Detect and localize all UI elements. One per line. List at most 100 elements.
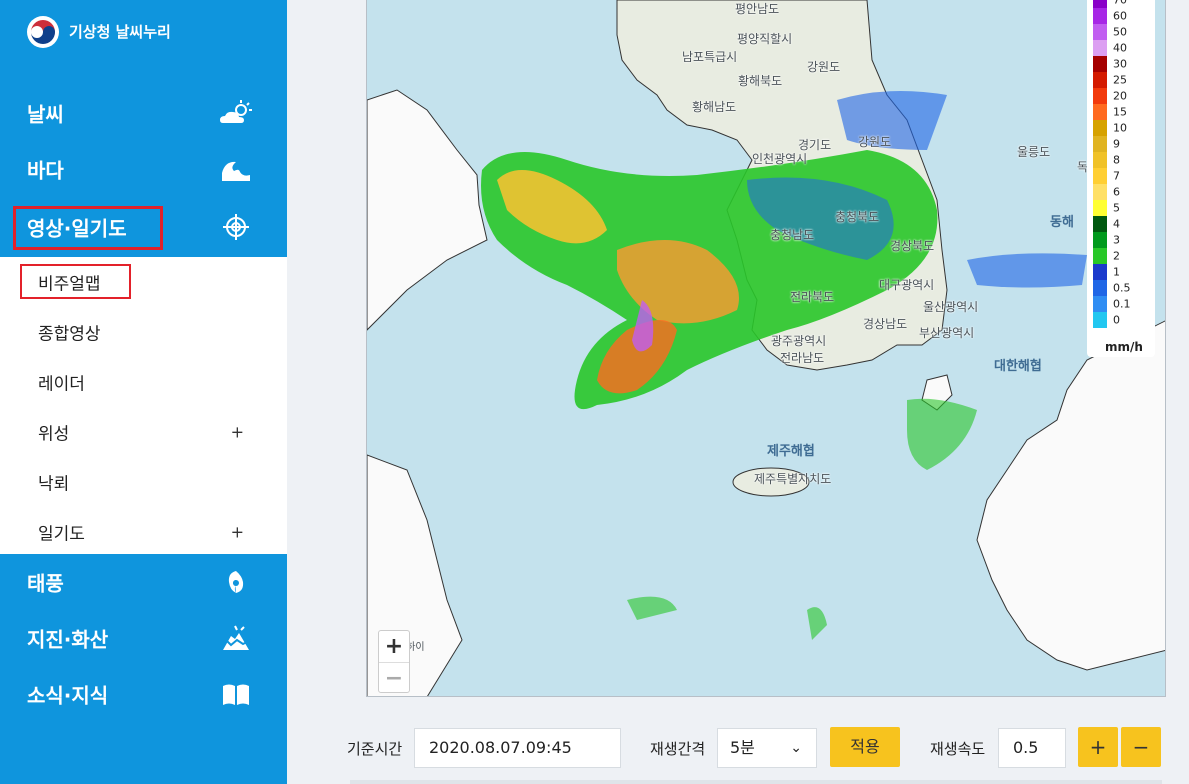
legend-value: 1 — [1113, 265, 1120, 279]
typhoon-icon — [219, 568, 253, 596]
legend-value: 3 — [1113, 233, 1120, 247]
place-label: 황해남도 — [692, 100, 737, 114]
legend-value: 6 — [1113, 185, 1120, 199]
place-label: 충청북도 — [835, 210, 880, 224]
place-label: 황해북도 — [738, 74, 783, 88]
legend-swatch — [1093, 184, 1107, 200]
nav-weather[interactable]: 날씨 — [0, 85, 287, 141]
place-label: 강원도 — [858, 135, 892, 149]
app-title: 기상청 날씨누리 — [69, 23, 171, 41]
legend-value: 0.5 — [1113, 281, 1131, 295]
nav-sea-label: 바다 — [27, 158, 64, 183]
legend-unit: mm/h — [1105, 340, 1143, 354]
legend-value: 5 — [1113, 201, 1120, 215]
legend-value: 20 — [1113, 89, 1127, 103]
legend-swatch — [1093, 216, 1107, 232]
submenu-lightning-label: 낙뢰 — [38, 474, 70, 495]
place-label: 광주광역시 — [771, 334, 827, 348]
imagery-submenu: 비주얼맵 종합영상 레이더 위성 + 낙뢰 일기도 + — [0, 257, 287, 554]
legend-value: 9 — [1113, 137, 1120, 151]
legend-value: 8 — [1113, 153, 1120, 167]
book-icon — [219, 680, 253, 708]
zoom-out-button[interactable]: − — [379, 662, 409, 693]
legend-swatch — [1093, 136, 1107, 152]
submenu-weather-chart[interactable]: 일기도 + — [0, 507, 287, 557]
legend-swatch — [1093, 168, 1107, 184]
precipitation-legend: mm/h 70 60 50 40 30 25 20 15 10 9 8 7 6 5 4 3 2 1 0.5 0.1 0 — [1087, 0, 1155, 357]
submenu-radar[interactable]: 레이더 — [0, 357, 287, 407]
place-label: 인천광역시 — [752, 152, 808, 166]
place-label: 대구광역시 — [879, 278, 935, 292]
legend-value: 25 — [1113, 73, 1127, 87]
radar-map[interactable]: 평안남도 평양직할시 남포특급시 황해북도 강원도 황해남도 경기도 인천광역시… — [366, 0, 1166, 697]
legend-value: 70 — [1113, 0, 1127, 7]
place-label: 울산광역시 — [923, 300, 979, 314]
weather-icon — [219, 99, 253, 127]
submenu-weather-chart-label: 일기도 — [38, 524, 85, 545]
legend-value: 7 — [1113, 169, 1120, 183]
legend-swatch — [1093, 232, 1107, 248]
legend-swatch — [1093, 264, 1107, 280]
legend-swatch — [1093, 200, 1107, 216]
sidebar-bottom-fill — [0, 722, 287, 784]
submenu-lightning[interactable]: 낙뢰 — [0, 457, 287, 507]
timeline-strip — [350, 780, 1162, 784]
speed-decrease-button[interactable]: − — [1121, 727, 1161, 767]
submenu-satellite[interactable]: 위성 + — [0, 407, 287, 457]
nav-earthquake[interactable]: 지진·화산 — [0, 610, 287, 666]
legend-swatch — [1093, 88, 1107, 104]
legend-swatch — [1093, 40, 1107, 56]
basemap — [367, 0, 1165, 696]
nav-typhoon[interactable]: 태풍 — [0, 554, 287, 610]
visual-map-highlight-frame — [20, 264, 131, 299]
speed-increase-button[interactable]: + — [1078, 727, 1118, 767]
legend-swatch — [1093, 152, 1107, 168]
place-label: 부산광역시 — [919, 326, 975, 340]
place-label: 울릉도 — [1017, 145, 1051, 159]
place-label: 경상북도 — [890, 239, 935, 253]
nav-sea[interactable]: 바다 — [0, 141, 287, 197]
legend-swatch — [1093, 24, 1107, 40]
legend-swatch — [1093, 248, 1107, 264]
nav-typhoon-label: 태풍 — [27, 571, 64, 596]
imagery-highlight-frame — [13, 206, 163, 250]
base-time-input[interactable]: 2020.08.07.09:45 — [414, 728, 621, 768]
legend-value: 15 — [1113, 105, 1127, 119]
earthquake-volcano-icon — [219, 624, 253, 652]
nav-news-label: 소식·지식 — [27, 683, 109, 708]
zoom-control: + − — [378, 630, 410, 693]
wave-icon — [219, 155, 253, 183]
apply-button[interactable]: 적용 — [830, 727, 900, 767]
nav-news[interactable]: 소식·지식 — [0, 666, 287, 722]
expand-plus-icon[interactable]: + — [231, 423, 244, 442]
legend-swatch — [1093, 312, 1107, 328]
legend-value: 4 — [1113, 217, 1120, 231]
nav-earthquake-label: 지진·화산 — [27, 627, 109, 652]
speed-label: 재생속도 — [930, 740, 986, 758]
legend-value: 0.1 — [1113, 297, 1131, 311]
place-label: 제주특별자치도 — [754, 472, 832, 486]
brand-header[interactable]: 기상청 날씨누리 — [0, 0, 287, 85]
submenu-radar-label: 레이더 — [38, 374, 85, 395]
submenu-composite[interactable]: 종합영상 — [0, 307, 287, 357]
place-label: 경상남도 — [863, 317, 908, 331]
legend-swatch — [1093, 120, 1107, 136]
expand-plus-icon[interactable]: + — [231, 523, 244, 542]
base-time-label: 기준시간 — [347, 740, 403, 758]
place-label: 전라남도 — [780, 351, 825, 365]
legend-swatch — [1093, 8, 1107, 24]
zoom-in-button[interactable]: + — [379, 631, 409, 662]
interval-select[interactable]: 5분 ⌄ — [717, 728, 817, 768]
legend-value: 40 — [1113, 41, 1127, 55]
legend-swatch — [1093, 104, 1107, 120]
legend-value: 60 — [1113, 9, 1127, 23]
chevron-down-icon: ⌄ — [790, 740, 802, 756]
place-label: 강원도 — [807, 60, 841, 74]
submenu-satellite-label: 위성 — [38, 424, 70, 445]
submenu-composite-label: 종합영상 — [38, 324, 101, 345]
kma-logo-icon — [27, 16, 59, 48]
place-label: 평안남도 — [735, 2, 780, 16]
place-label: 평양직할시 — [737, 32, 793, 46]
legend-swatch — [1093, 0, 1107, 8]
speed-input[interactable]: 0.5 — [998, 728, 1066, 768]
